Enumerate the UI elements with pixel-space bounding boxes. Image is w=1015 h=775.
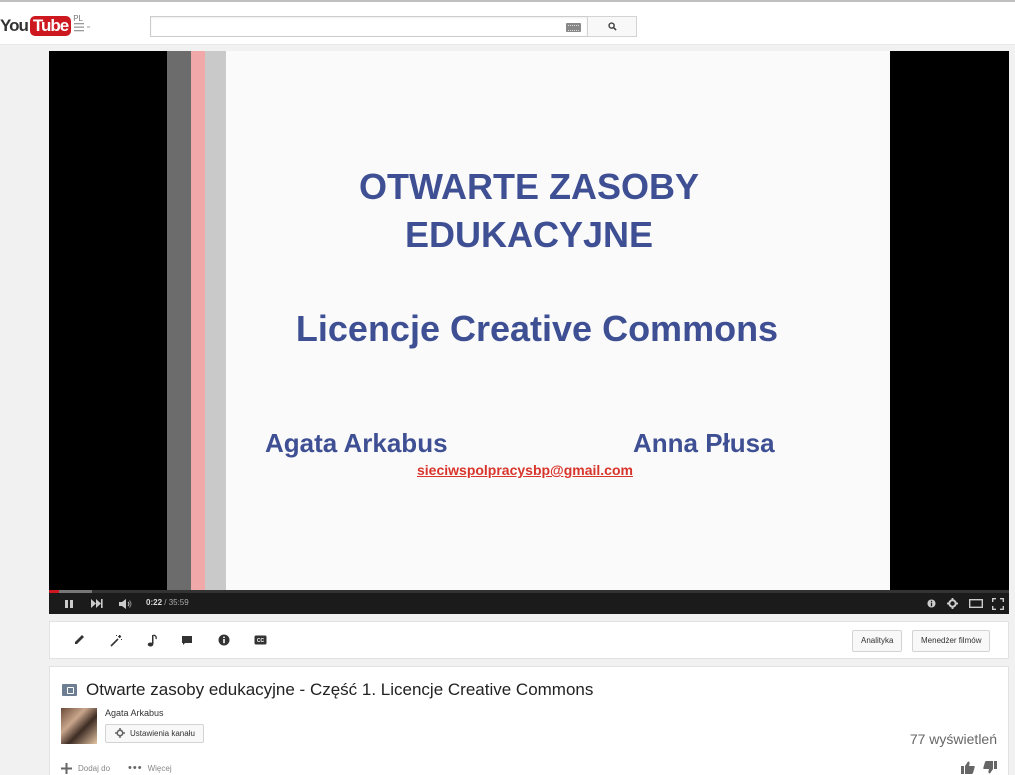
theater-icon: [969, 599, 983, 608]
pause-button[interactable]: [60, 593, 78, 614]
audio-icon: [147, 633, 157, 646]
more-label: Więcej: [147, 763, 172, 773]
rating-buttons: [961, 761, 997, 774]
duration: 35:59: [168, 598, 189, 607]
slide-author-right: Anna Płusa: [633, 428, 775, 458]
channel-settings-label: Ustawienia kanału: [130, 729, 195, 738]
analytics-button[interactable]: Analityka: [852, 630, 903, 652]
search-input[interactable]: [150, 16, 587, 37]
info-button[interactable]: [216, 632, 232, 648]
view-count: 77 wyświetleń: [909, 731, 997, 747]
next-button[interactable]: [88, 593, 106, 614]
slide-author-left: Agata Arkabus: [265, 428, 448, 458]
video-info: Otwarte zasoby edukacyjne - Część 1. Lic…: [49, 666, 1009, 775]
slide-subtitle: Licencje Creative Commons: [295, 308, 779, 349]
time-separator: /: [162, 598, 169, 607]
slide-stripe-light: [205, 51, 226, 591]
annotations-toggle[interactable]: [924, 593, 938, 614]
annotations-button[interactable]: [179, 632, 195, 648]
action-buttons: Dodaj do ••• Więcej: [61, 762, 172, 774]
player-controls: 0:22 / 35:59: [49, 593, 1009, 614]
audio-button[interactable]: [144, 632, 160, 648]
annotation-info-icon: [926, 599, 936, 608]
masthead: You Tube PL: [0, 0, 1015, 45]
volume-icon: [119, 598, 132, 609]
current-time: 0:22: [146, 598, 163, 607]
gear-icon: [115, 728, 125, 738]
logo-tube-text: Tube: [29, 16, 72, 36]
more-dots-icon: •••: [128, 762, 143, 774]
guide-menu-icon[interactable]: [74, 21, 92, 33]
edit-button[interactable]: [71, 632, 87, 648]
video-frame: OTWARTE ZASOBY EDUKACYJNE Licencje Creat…: [167, 51, 890, 591]
plus-icon: [61, 762, 72, 774]
theater-mode-button[interactable]: [967, 593, 985, 614]
time-display: 0:22 / 35:59: [146, 598, 189, 607]
like-icon[interactable]: [961, 761, 975, 774]
creator-toolbar: CC Analityka Menedżer filmów: [49, 621, 1009, 659]
channel-name-link[interactable]: Agata Arkabus: [105, 708, 164, 718]
search-icon: [607, 22, 617, 31]
gear-icon: [946, 598, 958, 609]
fullscreen-button[interactable]: [989, 593, 1007, 614]
privacy-lock-icon: [62, 684, 77, 696]
captions-icon: CC: [254, 635, 266, 645]
slide-title-line2: EDUKACYJNE: [404, 214, 654, 255]
captions-button[interactable]: CC: [252, 632, 268, 648]
slide-email: sieciwspolpracysbp@gmail.com: [417, 462, 633, 478]
youtube-logo[interactable]: You Tube PL: [0, 14, 83, 38]
dislike-icon[interactable]: [983, 761, 997, 774]
slide-title: OTWARTE ZASOBY EDUKACYJNE: [339, 163, 719, 259]
search-button[interactable]: [587, 16, 637, 37]
slide-title-line1: OTWARTE ZASOBY: [359, 166, 699, 207]
enhancements-button[interactable]: [108, 632, 124, 648]
enhancements-icon: [109, 634, 122, 647]
logo-you-text: You: [0, 16, 29, 35]
slide-stripe-dark: [167, 51, 191, 591]
annotations-icon: [182, 635, 192, 645]
info-icon: [218, 634, 230, 646]
add-to-button[interactable]: Dodaj do: [61, 762, 111, 774]
svg-text:CC: CC: [256, 638, 264, 644]
add-to-label: Dodaj do: [78, 763, 111, 773]
pause-icon: [65, 599, 73, 608]
volume-button[interactable]: [116, 593, 136, 614]
more-button[interactable]: ••• Więcej: [128, 762, 172, 774]
fullscreen-icon: [992, 597, 1004, 610]
channel-avatar[interactable]: [61, 708, 97, 744]
video-player[interactable]: OTWARTE ZASOBY EDUKACYJNE Licencje Creat…: [49, 51, 1009, 614]
slide-stripe-pink: [191, 51, 205, 591]
channel-settings-button[interactable]: Ustawienia kanału: [105, 724, 204, 743]
settings-button[interactable]: [944, 593, 960, 614]
edit-icon: [75, 635, 84, 644]
next-icon: [91, 599, 103, 608]
video-manager-button[interactable]: Menedżer filmów: [912, 630, 991, 652]
video-title: Otwarte zasoby edukacyjne - Część 1. Lic…: [86, 680, 594, 699]
keyboard-icon[interactable]: [566, 23, 581, 32]
